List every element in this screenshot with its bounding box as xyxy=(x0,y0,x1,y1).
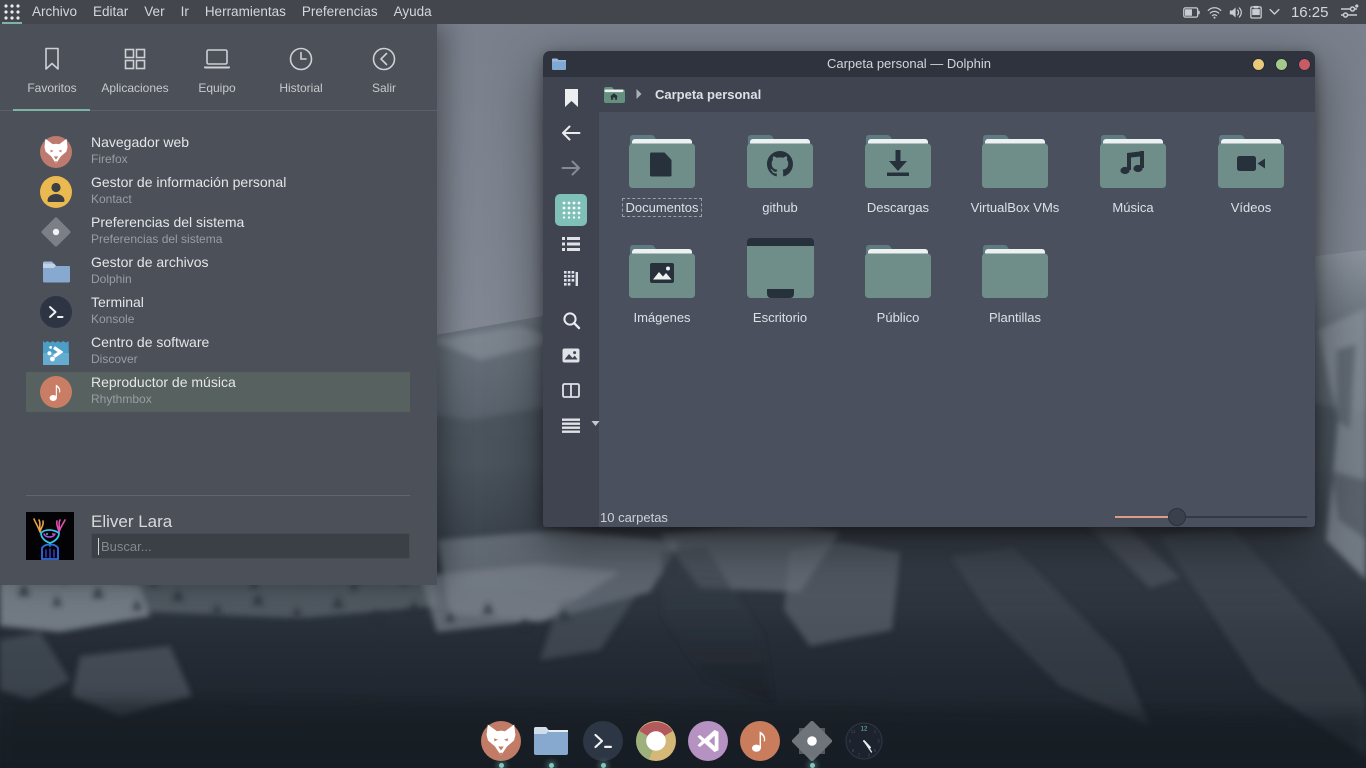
svg-text:12: 12 xyxy=(861,727,868,733)
svg-text:11: 11 xyxy=(851,729,856,734)
